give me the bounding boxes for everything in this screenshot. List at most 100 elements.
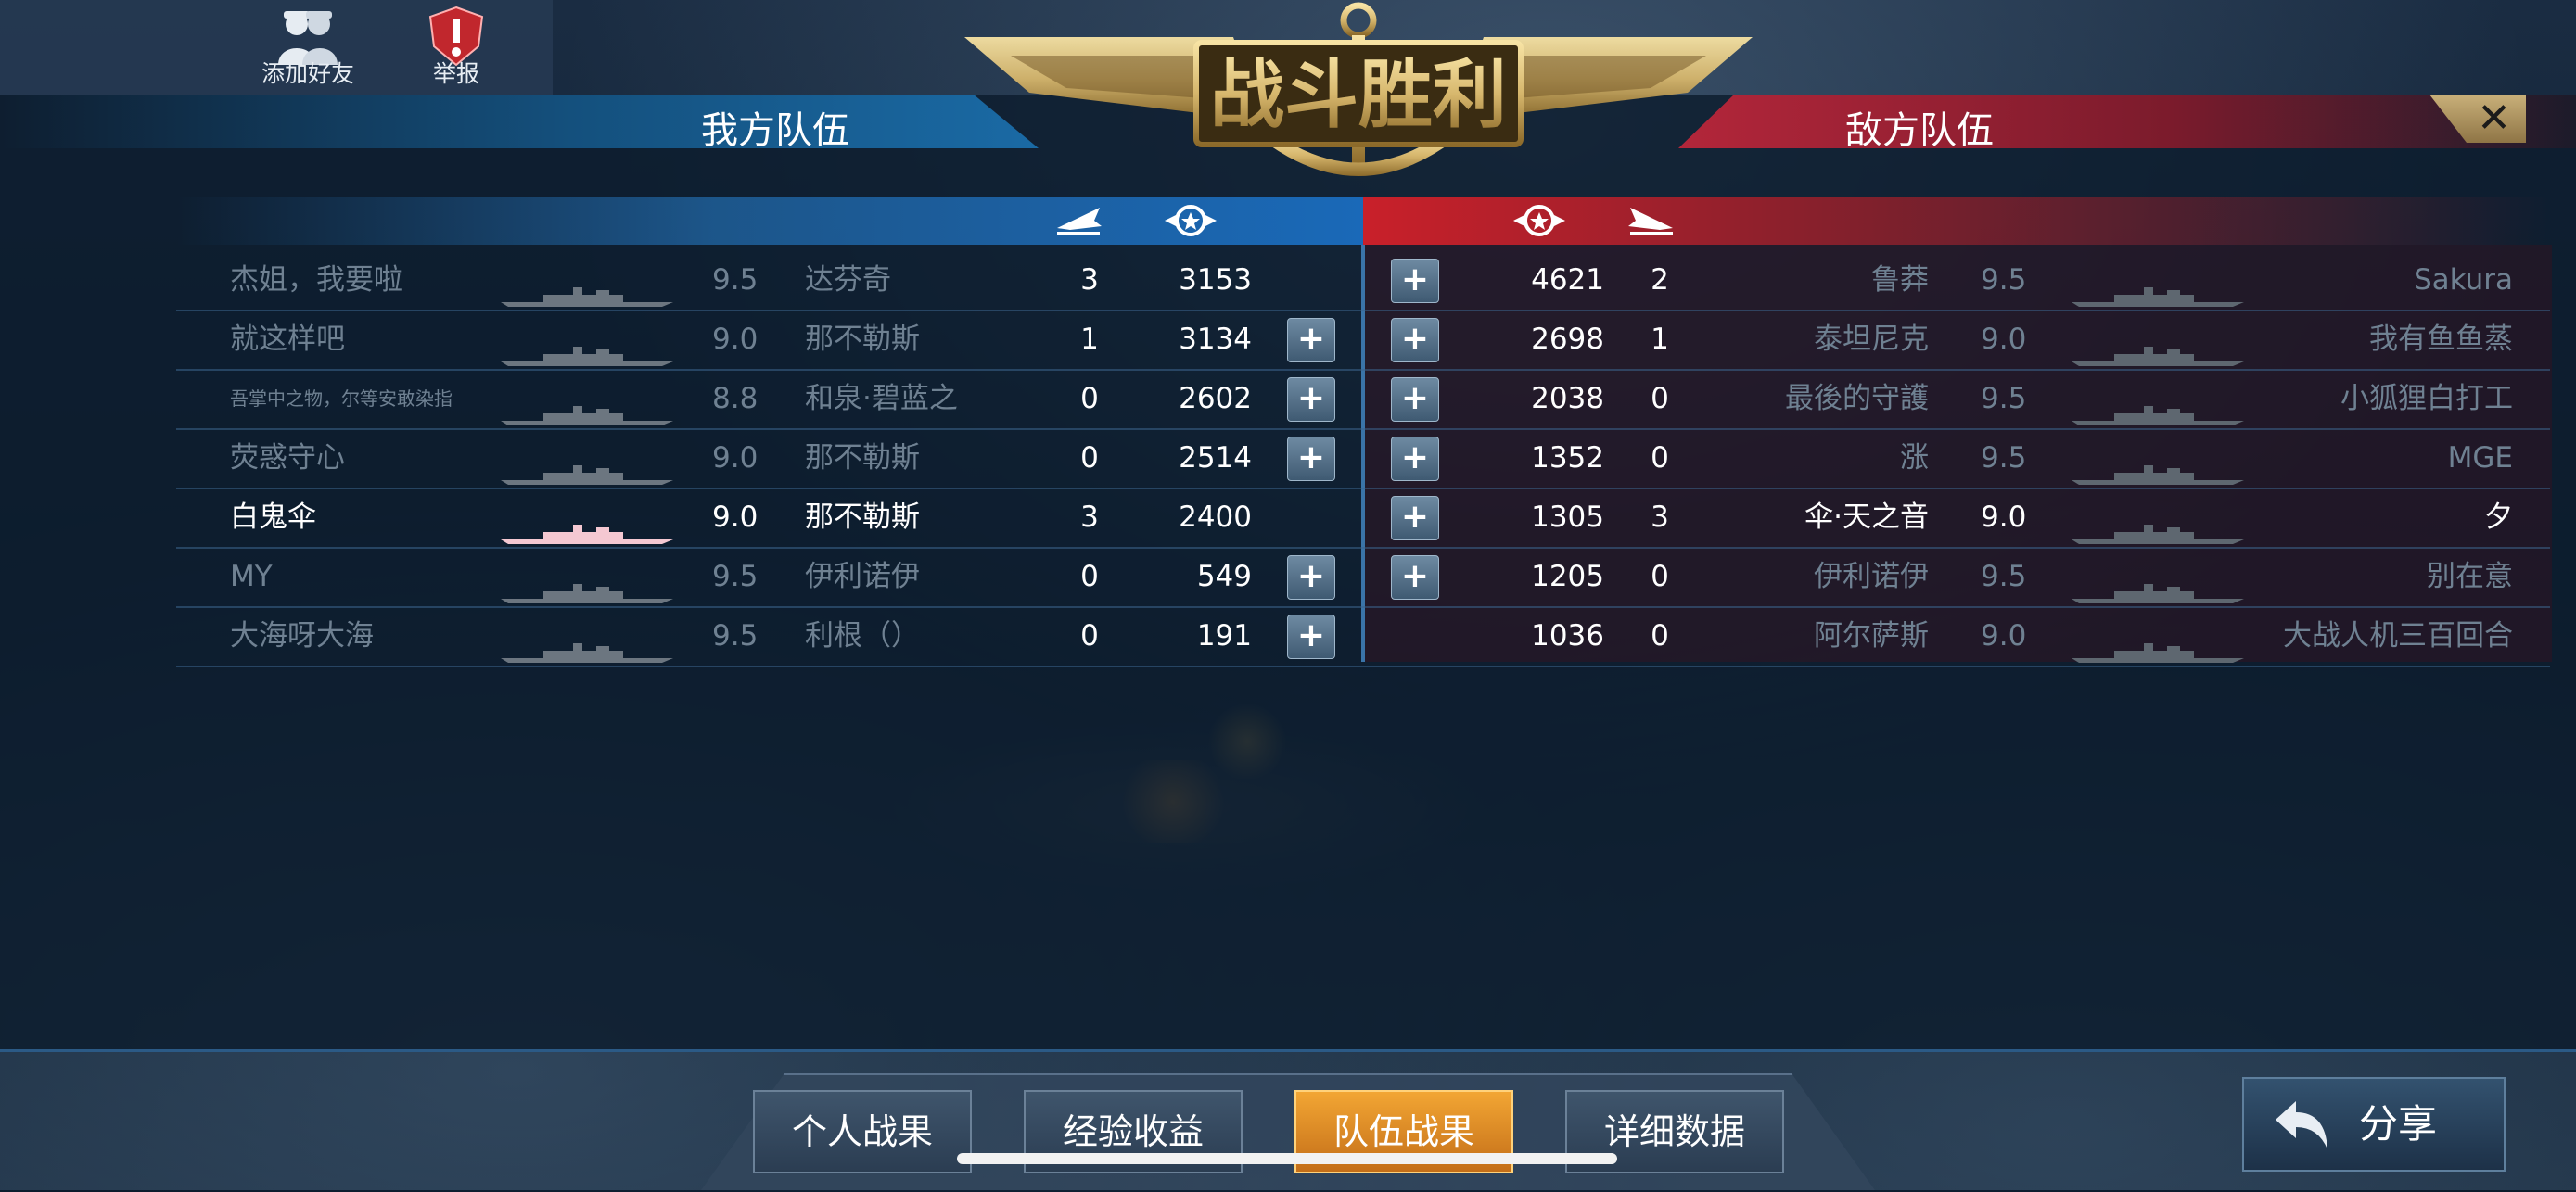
- plus-icon: +: [1287, 377, 1335, 422]
- enemy-ship-level: 9.0: [1981, 619, 2027, 653]
- plus-icon: +: [1391, 437, 1439, 481]
- add-friend-plus-button[interactable]: +: [1287, 615, 1335, 659]
- enemy-team-label: 敌方队伍: [1845, 109, 1994, 152]
- enemy-kills: 0: [1651, 619, 1669, 653]
- our-team-header-bar: [0, 95, 1039, 148]
- our-kills: 0: [1080, 382, 1099, 415]
- share-button[interactable]: 分享: [2242, 1077, 2506, 1172]
- enemy-player-name[interactable]: 小狐狸白打工: [2198, 369, 2513, 428]
- our-ship-name: 达芬奇: [805, 263, 891, 297]
- table-row: 就这样吧 9.0 那不勒斯 1 3134 + +2698 1 泰坦尼克 9.0 我有鱼鱼蒸: [176, 310, 2550, 371]
- enemy-score: 1352: [1531, 441, 1604, 475]
- report-label: 举报: [432, 60, 479, 87]
- share-arrow-icon: [2276, 1101, 2327, 1149]
- ship-silhouette-icon: [501, 643, 673, 663]
- our-ship-name: 那不勒斯: [805, 501, 920, 534]
- add-friend-label: 添加好友: [261, 60, 354, 87]
- enemy-ship-name: 鲁莽: [1871, 263, 1929, 297]
- enemy-score: 2698: [1531, 323, 1604, 356]
- enemy-score: 1036: [1531, 619, 1604, 653]
- our-player-name[interactable]: 就这样吧: [230, 310, 345, 369]
- add-friend-plus-button[interactable]: +: [1287, 555, 1335, 600]
- enemy-score: 1305: [1531, 501, 1604, 534]
- add-friend-button[interactable]: 添加好友: [252, 6, 363, 91]
- enemy-ship-name: 最後的守護: [1785, 382, 1929, 415]
- enemy-player-name[interactable]: 别在意: [2198, 547, 2513, 606]
- enemy-ship-level: 9.5: [1981, 382, 2027, 415]
- plus-icon: +: [1391, 377, 1439, 422]
- add-friend-plus-button[interactable]: +: [1287, 377, 1335, 422]
- our-ship-name: 利根（）: [805, 619, 920, 653]
- plus-icon: +: [1287, 318, 1335, 362]
- enemy-player-name[interactable]: 夕: [2198, 488, 2513, 547]
- kills-plane-icon: [1628, 208, 1673, 235]
- plus-icon: +: [1391, 555, 1439, 600]
- our-player-name[interactable]: 大海呀大海: [230, 606, 374, 666]
- enemy-ship-name: 伞·天之音: [1804, 501, 1929, 534]
- score-medal-icon: [1165, 205, 1217, 236]
- our-player-name[interactable]: 杰姐，我要啦: [230, 250, 402, 310]
- our-ship-level: 9.5: [712, 619, 759, 653]
- our-score: 3134: [1179, 323, 1252, 356]
- our-ship-name: 伊利诺伊: [805, 560, 920, 593]
- enemy-ship-level: 9.5: [1981, 560, 2027, 593]
- our-kills: 0: [1080, 560, 1099, 593]
- add-friend-plus-button[interactable]: +: [1391, 259, 1439, 303]
- our-kills: 3: [1080, 501, 1099, 534]
- enemy-kills: 3: [1651, 501, 1669, 534]
- our-ship-level: 9.0: [712, 441, 759, 475]
- enemy-kills: 0: [1651, 382, 1669, 415]
- enemy-ship-level: 9.0: [1981, 501, 2027, 534]
- share-label: 分享: [2359, 1101, 2438, 1147]
- enemy-ship-name: 涨: [1900, 441, 1929, 475]
- add-friend-plus-button[interactable]: +: [1391, 377, 1439, 422]
- ship-silhouette-icon: [501, 406, 673, 425]
- plus-icon: +: [1391, 259, 1439, 303]
- our-player-name[interactable]: MY: [230, 547, 273, 606]
- enemy-kills: 1: [1651, 323, 1669, 356]
- enemy-kills: 0: [1651, 441, 1669, 475]
- add-friend-plus-button[interactable]: +: [1391, 318, 1439, 362]
- our-score: 549: [1196, 560, 1252, 593]
- ship-silhouette-icon: [501, 287, 673, 307]
- our-kills: 0: [1080, 441, 1099, 475]
- add-friend-plus-button[interactable]: +: [1391, 496, 1439, 540]
- home-indicator[interactable]: [957, 1153, 1617, 1164]
- enemy-ship-level: 9.5: [1981, 441, 2027, 475]
- our-player-name[interactable]: 荧惑守心: [230, 428, 345, 488]
- enemy-ship-level: 9.0: [1981, 323, 2027, 356]
- enemy-kills: 2: [1651, 263, 1669, 297]
- add-friend-plus-button[interactable]: +: [1391, 555, 1439, 600]
- our-score: 2602: [1179, 382, 1252, 415]
- plus-icon: +: [1287, 555, 1335, 600]
- plus-icon: +: [1391, 496, 1439, 540]
- our-kills: 3: [1080, 263, 1099, 297]
- our-ship-level: 9.0: [712, 501, 759, 534]
- enemy-player-name[interactable]: Sakura: [2198, 250, 2513, 310]
- our-kills: 1: [1080, 323, 1099, 356]
- our-ship-level: 9.5: [712, 263, 759, 297]
- table-row: 吾掌中之物，尔等安敢染指 8.8 和泉·碧蓝之 0 2602 + +2038 0 最後的守護 9.…: [176, 369, 2550, 430]
- enemy-ship-level: 9.5: [1981, 263, 2027, 297]
- enemy-player-name[interactable]: 我有鱼鱼蒸: [2198, 310, 2513, 369]
- ship-silhouette-icon: [501, 347, 673, 366]
- table-row: 白鬼伞 9.0 那不勒斯 3 2400 +1305 3 伞·天之音 9.0 夕: [176, 488, 2550, 549]
- ship-silhouette-icon: [501, 525, 673, 544]
- add-friend-plus-button[interactable]: +: [1287, 437, 1335, 481]
- report-button[interactable]: 举报: [401, 6, 512, 91]
- enemy-player-name[interactable]: 大战人机三百回合: [2198, 606, 2513, 666]
- our-ship-name: 那不勒斯: [805, 323, 920, 356]
- our-player-name[interactable]: 白鬼伞: [230, 488, 316, 547]
- our-ship-level: 9.5: [712, 560, 759, 593]
- add-friend-plus-button[interactable]: +: [1287, 318, 1335, 362]
- our-team-label: 我方队伍: [701, 109, 849, 152]
- tab-personal-results[interactable]: 个人战果: [753, 1090, 972, 1173]
- enemy-player-name[interactable]: MGE: [2198, 428, 2513, 488]
- our-player-name[interactable]: 吾掌中之物，尔等安敢染指: [230, 369, 453, 428]
- enemy-ship-name: 泰坦尼克: [1814, 323, 1929, 356]
- our-score: 2514: [1179, 441, 1252, 475]
- plus-icon: +: [1287, 437, 1335, 481]
- add-friend-plus-button[interactable]: +: [1391, 437, 1439, 481]
- kills-plane-icon: [1057, 208, 1102, 235]
- enemy-score: 1205: [1531, 560, 1604, 593]
